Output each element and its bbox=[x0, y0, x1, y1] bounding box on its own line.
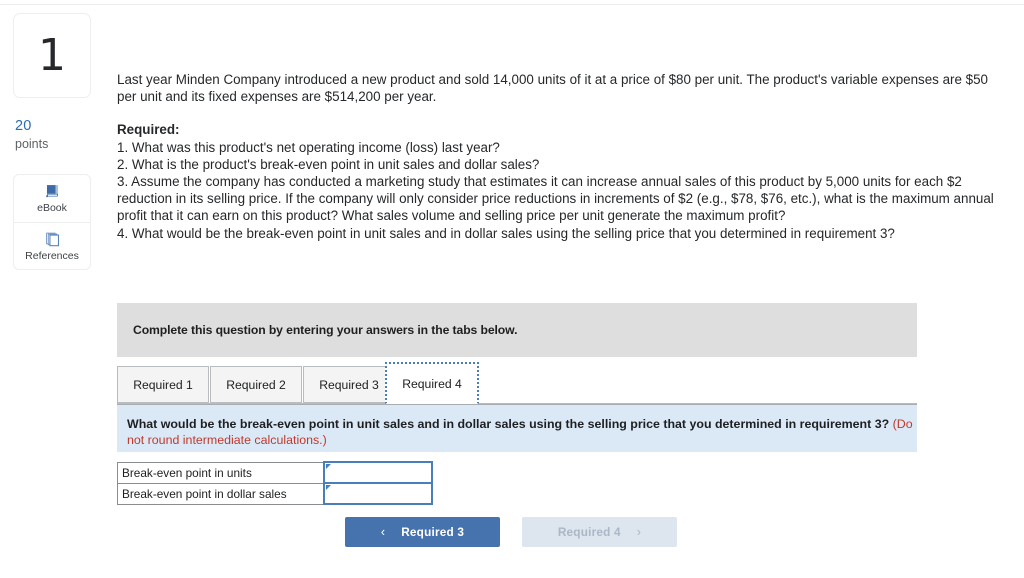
instruction-bar: Complete this question by entering your … bbox=[117, 303, 917, 357]
requirement-1: 1. What was this product's net operating… bbox=[117, 139, 500, 155]
required-heading: Required: bbox=[117, 122, 180, 138]
answer-cell-units[interactable] bbox=[322, 461, 433, 484]
question-page: 1 20 points eBook References Last year M… bbox=[0, 0, 1024, 578]
break-even-dollar-sales-input[interactable] bbox=[324, 484, 431, 503]
references-label: References bbox=[25, 249, 79, 262]
sub-question-panel: What would be the break-even point in un… bbox=[117, 404, 917, 452]
answer-table: Break-even point in units Break-even poi… bbox=[117, 461, 433, 505]
chevron-left-icon: ‹ bbox=[380, 524, 386, 539]
ebook-button[interactable]: eBook bbox=[14, 175, 90, 222]
answer-label-units: Break-even point in units bbox=[117, 461, 324, 484]
break-even-units-input[interactable] bbox=[324, 463, 431, 482]
next-required-button[interactable]: Required 4 › bbox=[522, 517, 677, 547]
table-row: Break-even point in units bbox=[117, 461, 433, 484]
points-label: points bbox=[15, 136, 49, 151]
answer-cell-dollar-sales[interactable] bbox=[322, 482, 433, 505]
tab-required-2[interactable]: Required 2 bbox=[210, 366, 302, 403]
chevron-right-icon: › bbox=[636, 524, 642, 539]
prompt-text: Last year Minden Company introduced a ne… bbox=[117, 71, 1001, 242]
book-icon bbox=[44, 183, 61, 200]
question-rail: 1 20 points eBook References bbox=[13, 13, 91, 270]
tool-panel: eBook References bbox=[13, 173, 91, 270]
question-number: 1 bbox=[38, 29, 66, 81]
ebook-label: eBook bbox=[37, 202, 67, 215]
points-block: 20 points bbox=[13, 118, 91, 152]
pages-stack-icon bbox=[44, 231, 61, 248]
requirement-2: 2. What is the product's break-even poin… bbox=[117, 156, 540, 172]
question-body: Last year Minden Company introduced a ne… bbox=[117, 71, 1017, 242]
tab-strip: Required 1 Required 2 Required 3 Require… bbox=[117, 362, 917, 404]
instruction-text: Complete this question by entering your … bbox=[133, 323, 518, 337]
tab-required-3[interactable]: Required 3 bbox=[303, 366, 395, 403]
requirement-3: 3. Assume the company has conducted a ma… bbox=[117, 174, 994, 224]
header-divider bbox=[0, 4, 1024, 5]
tab-required-4[interactable]: Required 4 bbox=[385, 362, 479, 404]
prev-required-button[interactable]: ‹ Required 3 bbox=[345, 517, 500, 547]
tab-navigation: ‹ Required 3 Required 4 › bbox=[345, 517, 677, 547]
points-value: 20 bbox=[15, 118, 32, 134]
sub-question-text: What would be the break-even point in un… bbox=[127, 417, 890, 431]
prompt-intro: Last year Minden Company introduced a ne… bbox=[117, 72, 989, 105]
answer-label-dollar-sales: Break-even point in dollar sales bbox=[117, 482, 324, 505]
requirement-4: 4. What would be the break-even point in… bbox=[117, 225, 895, 241]
question-number-box: 1 bbox=[13, 13, 91, 98]
table-row: Break-even point in dollar sales bbox=[117, 482, 433, 505]
next-required-label: Required 4 bbox=[557, 525, 621, 539]
tab-required-1[interactable]: Required 1 bbox=[117, 366, 209, 403]
prev-required-label: Required 3 bbox=[401, 525, 465, 539]
references-button[interactable]: References bbox=[14, 221, 90, 269]
